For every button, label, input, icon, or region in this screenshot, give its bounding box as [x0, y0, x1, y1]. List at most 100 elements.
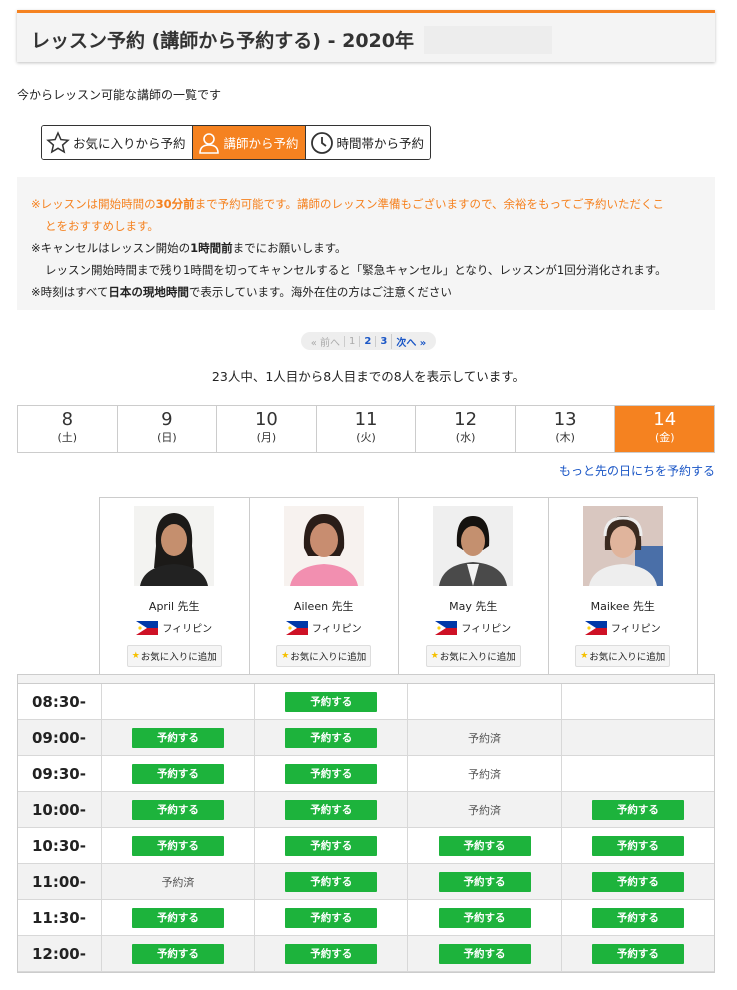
schedule-table: 08:30- 予約する 09:00- 予約する 予約する 予約済 09:30- 予約する 予約す…: [17, 674, 715, 973]
schedule-slot: 予約する: [560, 864, 714, 899]
star-icon: [46, 130, 70, 154]
schedule-slot: [100, 684, 254, 719]
teacher-photo[interactable]: [433, 506, 514, 586]
teacher-name[interactable]: April 先生: [149, 598, 200, 614]
reserve-button[interactable]: 予約する: [438, 943, 531, 964]
star-icon: ★: [131, 651, 140, 661]
schedule-slot: 予約済: [407, 756, 560, 791]
schedule-slot: 予約する: [560, 828, 714, 863]
reserve-button[interactable]: 予約する: [131, 763, 224, 784]
result-count: 23人中、1人目から8人目までの8人を表示しています。: [211, 369, 526, 384]
teacher-country: フィリピン: [584, 620, 661, 635]
reserve-button[interactable]: 予約する: [438, 835, 531, 856]
reserve-button[interactable]: 予約する: [285, 871, 378, 892]
page-title-box: レッスン予約 (講師から予約する) - 2020年: [17, 10, 715, 62]
time-label: 10:00-: [32, 800, 86, 819]
teacher-name[interactable]: Aileen 先生: [294, 598, 354, 614]
notice-box: ※レッスンは開始時間の30分前まで予約可能です。講師のレッスン準備もございますの…: [17, 177, 715, 310]
reserve-button[interactable]: 予約する: [131, 835, 224, 856]
teacher-photo[interactable]: [134, 506, 215, 586]
reserve-button[interactable]: 予約する: [591, 907, 684, 928]
reserve-button[interactable]: 予約する: [591, 835, 684, 856]
teacher-name[interactable]: Maikee 先生: [591, 598, 655, 614]
schedule-slot: [560, 720, 714, 755]
notice-line-3: レッスン開始時間まで残り1時間を切ってキャンセルすると「緊急キャンセル」となり、…: [45, 263, 667, 277]
intro-text: 今からレッスン可能な講師の一覧です: [17, 88, 222, 102]
teacher-photo[interactable]: [283, 506, 364, 586]
day-12[interactable]: 12 (水): [415, 406, 515, 452]
schedule-slot: 予約する: [407, 828, 560, 863]
time-label: 08:30-: [32, 692, 86, 711]
add-favorite-button[interactable]: ★ お気に入りに追加: [276, 645, 372, 667]
teacher-country: フィリピン: [136, 620, 212, 635]
schedule-slot: 予約する: [100, 936, 254, 971]
schedule-slot: 予約する: [560, 900, 714, 935]
schedule-slot: 予約する: [407, 864, 560, 899]
schedule-row: 11:00- 予約済 予約する 予約する 予約する: [18, 864, 714, 900]
reserve-button[interactable]: 予約する: [438, 871, 531, 892]
teacher-country: フィリピン: [435, 620, 511, 635]
more-dates-link[interactable]: もっと先の日にちを予約する: [559, 462, 715, 479]
schedule-slot: 予約する: [100, 828, 254, 863]
schedule-row: 08:30- 予約する: [18, 684, 714, 720]
schedule-slot: 予約する: [560, 792, 714, 827]
notice-line-2: ※キャンセルはレッスン開始の1時間前までにお願いします。: [31, 241, 347, 255]
schedule-slot: 予約する: [100, 792, 254, 827]
reserve-button[interactable]: 予約する: [591, 943, 684, 964]
tab-time-slot[interactable]: 時間帯から予約: [304, 126, 431, 159]
schedule-row: 11:30- 予約する 予約する 予約する 予約する: [18, 900, 714, 936]
star-icon: ★: [430, 651, 439, 661]
schedule-slot: 予約する: [254, 828, 407, 863]
time-label: 09:00-: [32, 728, 86, 747]
tab-favorites-label: お気に入りから予約: [73, 136, 186, 151]
reserve-button[interactable]: 予約する: [131, 799, 224, 820]
pager-next[interactable]: 次へ »: [391, 333, 430, 349]
add-favorite-button[interactable]: ★ お気に入りに追加: [575, 645, 671, 667]
reserve-button[interactable]: 予約する: [131, 727, 224, 748]
pager-prev: « 前へ: [310, 337, 341, 349]
pager-page-3[interactable]: 3: [375, 335, 391, 347]
booking-mode-tabs: お気に入りから予約 講師から予約 時間帯から予約: [41, 125, 432, 160]
schedule-slot: [560, 684, 714, 719]
teacher-name[interactable]: May 先生: [449, 598, 497, 614]
reserve-button[interactable]: 予約する: [131, 907, 224, 928]
schedule-slot: 予約済: [100, 864, 254, 899]
teacher-card: Aileen 先生 フィリピン ★ お気に入りに追加: [248, 498, 399, 674]
schedule-row: 09:30- 予約する 予約する 予約済: [18, 756, 714, 792]
person-icon: [198, 132, 219, 154]
reserve-button[interactable]: 予約する: [131, 943, 224, 964]
day-13[interactable]: 13 (木): [514, 406, 615, 452]
tab-teachers[interactable]: 講師から予約: [191, 126, 305, 159]
philippines-flag-icon: [136, 620, 159, 635]
day-8[interactable]: 8 (土): [18, 406, 117, 452]
reserve-button[interactable]: 予約する: [285, 799, 378, 820]
reserve-button[interactable]: 予約する: [591, 871, 684, 892]
reserve-button[interactable]: 予約する: [285, 691, 378, 712]
philippines-flag-icon: [584, 620, 607, 635]
day-14[interactable]: 14 (金): [614, 406, 715, 452]
schedule-slot: 予約する: [254, 756, 407, 791]
reserve-button[interactable]: 予約する: [285, 727, 378, 748]
page-title: レッスン予約 (講師から予約する) - 2020年: [31, 30, 414, 52]
schedule-slot: 予約する: [407, 936, 560, 971]
teacher-photo[interactable]: [582, 506, 663, 586]
tab-favorites[interactable]: お気に入りから予約: [42, 126, 192, 159]
reserve-button[interactable]: 予約する: [591, 799, 684, 820]
schedule-slot: [407, 684, 560, 719]
schedule-slot: 予約済: [407, 792, 560, 827]
day-11[interactable]: 11 (火): [315, 406, 416, 452]
reserve-button[interactable]: 予約する: [285, 943, 378, 964]
teacher-card: April 先生 フィリピン ★ お気に入りに追加: [100, 498, 249, 674]
notice-line-4: ※時刻はすべて日本の現地時間で表示しています。海外在住の方はご注意ください: [31, 285, 452, 299]
reserve-button[interactable]: 予約する: [285, 907, 378, 928]
pagination: « 前へ 1 2 3 次へ »: [0, 332, 737, 350]
add-favorite-button[interactable]: ★ お気に入りに追加: [126, 645, 222, 667]
reserve-button[interactable]: 予約する: [285, 763, 378, 784]
day-9[interactable]: 9 (日): [116, 406, 217, 452]
reserve-button[interactable]: 予約する: [438, 907, 531, 928]
reserve-button[interactable]: 予約する: [285, 835, 378, 856]
add-favorite-button[interactable]: ★ お気に入りに追加: [425, 645, 521, 667]
clock-icon: [310, 131, 333, 154]
day-10[interactable]: 10 (月): [216, 406, 316, 452]
pager-page-2[interactable]: 2: [359, 335, 375, 347]
